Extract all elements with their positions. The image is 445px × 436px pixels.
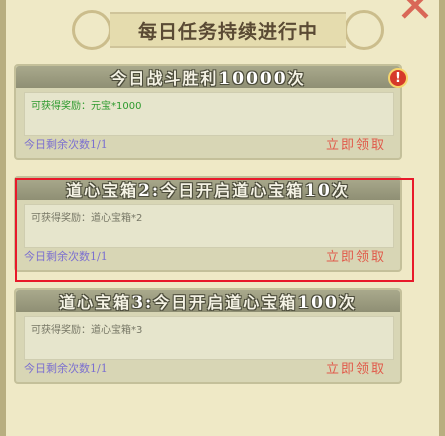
task-header-label: 今日战斗胜利 [110,69,219,88]
task-header-number: 10 [304,181,332,201]
reward-box: 可获得奖励：道心宝箱*3 [24,316,394,360]
page-title: 每日任务持续进行中 [137,20,318,43]
task-header-index: 2: [138,181,161,201]
ornament-left [72,10,112,50]
task-header: 道心宝箱3:今日开启道心宝箱100次 [16,290,400,313]
claim-button[interactable]: 立即领取 [326,134,386,153]
claim-button[interactable]: 立即领取 [326,358,386,377]
task-header-suffix: 次 [338,293,357,312]
task-card-1: 今日战斗胜利10000次 ! 可获得奖励：元宝*1000 今日剩余次数1/1 立… [14,64,408,160]
task-header-index: 3: [131,293,154,313]
task-header-desc: 今日开启道心宝箱 [153,293,298,312]
remaining-count: 今日剩余次数1/1 [24,250,108,263]
claim-button[interactable]: 立即领取 [326,246,386,265]
ornament-right [344,10,384,50]
task-card-3: 道心宝箱3:今日开启道心宝箱100次 可获得奖励：道心宝箱*3 今日剩余次数1/… [14,288,402,384]
task-header-desc: 今日开启道心宝箱 [160,181,305,200]
title-banner: 每日任务持续进行中 [110,12,346,48]
close-icon[interactable]: ✕ [385,0,445,29]
reward-text: 可获得奖励：道心宝箱*2 [31,213,143,224]
task-header-label: 道心宝箱 [66,181,139,200]
task-header-number: 100 [297,293,339,313]
task-header-suffix: 次 [331,181,350,200]
reward-text: 可获得奖励：元宝*1000 [31,101,142,112]
remaining-count: 今日剩余次数1/1 [24,138,108,151]
task-card-2: 道心宝箱2:今日开启道心宝箱10次 可获得奖励：道心宝箱*2 今日剩余次数1/1… [14,176,402,272]
remaining-count: 今日剩余次数1/1 [24,362,108,375]
task-header-number: 10000 [218,69,288,89]
reward-text: 可获得奖励：道心宝箱*3 [31,325,143,336]
task-header: 道心宝箱2:今日开启道心宝箱10次 [16,178,400,201]
task-header: 今日战斗胜利10000次 [16,66,400,89]
reward-box: 可获得奖励：道心宝箱*2 [24,204,394,248]
task-header-label: 道心宝箱 [59,293,132,312]
reward-box: 可获得奖励：元宝*1000 [24,92,394,136]
alert-icon[interactable]: ! [388,68,408,88]
task-header-suffix: 次 [287,69,306,88]
